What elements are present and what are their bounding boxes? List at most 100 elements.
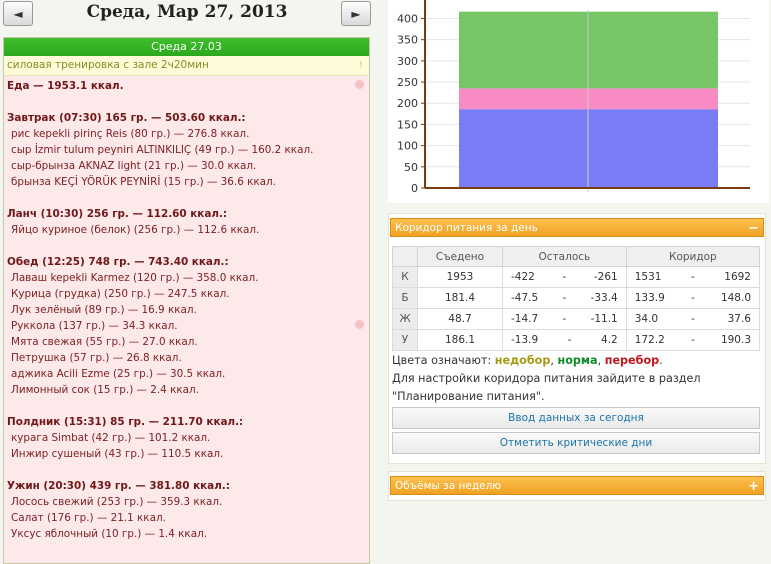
food-item[interactable]: Салат (176 гр.) — 21.1 ккал. bbox=[7, 510, 369, 526]
settings-hint-line2[interactable]: "Планирование питания". bbox=[392, 390, 545, 403]
corridor-min: 172.2 bbox=[634, 334, 665, 346]
y-tick-label: 0 bbox=[411, 182, 418, 195]
food-item[interactable]: аджика Acili Ezme (25 гр.) — 30.5 ккал. bbox=[7, 366, 369, 382]
food-item[interactable]: сыр-брынза AKNAZ light (21 гр.) — 30.0 к… bbox=[7, 158, 369, 174]
header-eaten: Съедено bbox=[417, 246, 503, 267]
y-tick-label: 250 bbox=[397, 76, 418, 89]
legend-comma: , bbox=[550, 354, 554, 367]
y-tick-label: 400 bbox=[397, 12, 418, 25]
corridor-range: 133.9 - 148.0 bbox=[625, 287, 761, 309]
legend-comma: , bbox=[597, 354, 602, 367]
corridor-max: 190.3 bbox=[720, 334, 751, 346]
range-dash: - bbox=[690, 271, 695, 283]
chart-svg: 0 50 100 150 200 250 300 350 400 bbox=[397, 0, 750, 195]
corridor-range: 172.2 - 190.3 bbox=[625, 329, 761, 351]
food-item[interactable]: рис kepekli pirinç Reis (80 гр.) — 276.8… bbox=[7, 126, 369, 142]
meal-title: Обед (12:25) 748 гр. — 743.40 ккал.: bbox=[7, 256, 229, 268]
food-item[interactable]: Инжир сушеный (43 гр.) — 110.5 ккал. bbox=[7, 446, 369, 462]
food-item[interactable]: Лимонный сок (15 гр.) — 2.4 ккал. bbox=[7, 382, 369, 398]
day-diary-box: Среда 27.03 силовая тренировка с зале 2ч… bbox=[3, 37, 370, 564]
food-item[interactable]: Лаваш kepekli Karmez (120 гр.) — 358.0 к… bbox=[7, 270, 369, 286]
food-item[interactable]: Яйцо куриное (белок) (256 гр.) — 112.6 к… bbox=[7, 222, 369, 238]
range-dash: - bbox=[690, 334, 695, 346]
corridor-min: 34.0 bbox=[634, 313, 659, 325]
eaten-value: 1953 bbox=[417, 266, 503, 288]
day-column: ◄ Среда, Мар 27, 2013 ► Среда 27.03 сило… bbox=[0, 0, 374, 564]
eaten-value: 186.1 bbox=[417, 329, 503, 351]
volume-panel-header[interactable]: Объёмы за неделю + bbox=[390, 476, 764, 495]
circle-icon bbox=[355, 320, 364, 329]
y-tick-label: 200 bbox=[397, 97, 418, 110]
summary-column: 0 50 100 150 200 250 300 350 400 Коридор питания… bbox=[384, 0, 771, 564]
food-item[interactable]: сыр İzmir tulum peyniri ALTINKILIÇ (49 г… bbox=[7, 142, 369, 158]
range-dash: - bbox=[562, 292, 567, 304]
remaining-max: -11.1 bbox=[590, 313, 618, 325]
remaining-range: -14.7 - -11.1 bbox=[502, 308, 627, 330]
legend-prefix: Цвета означают: bbox=[392, 354, 492, 367]
corridor-min: 133.9 bbox=[634, 292, 665, 304]
corridor-table: Съедено Осталось Коридор К 1953 -422 - -261 1… bbox=[392, 246, 761, 351]
y-tick-label: 150 bbox=[397, 118, 418, 131]
header-remaining: Осталось bbox=[502, 246, 627, 267]
enter-today-button[interactable]: Ввод данных за сегодня bbox=[392, 407, 760, 429]
remaining-max: -33.4 bbox=[590, 292, 618, 304]
alert-icon: ! bbox=[358, 60, 363, 71]
circle-icon bbox=[355, 80, 364, 89]
color-legend: Цвета означают: недобор, норма, перебор. bbox=[392, 354, 663, 367]
page-root: ◄ Среда, Мар 27, 2013 ► Среда 27.03 сило… bbox=[0, 0, 771, 564]
header-corridor: Коридор bbox=[625, 246, 761, 267]
food-item[interactable]: Руккола (137 гр.) — 34.3 ккал. bbox=[7, 318, 369, 334]
food-item[interactable]: брынза KEÇİ YÖRÜK PEYNİRİ (15 гр.) — 36.… bbox=[7, 174, 369, 190]
food-item[interactable]: курага Simbat (42 гр.) — 101.2 ккал. bbox=[7, 430, 369, 446]
prev-day-button[interactable]: ◄ bbox=[3, 1, 33, 26]
meal-title: Полдник (15:31) 85 гр. — 211.70 ккал.: bbox=[7, 416, 244, 428]
food-item[interactable]: Петрушка (57 гр.) — 26.8 ккал. bbox=[7, 350, 369, 366]
corridor-row: У 186.1 -13.9 - 4.2 172.2 - 190.3 bbox=[392, 329, 761, 351]
expand-icon[interactable]: + bbox=[748, 477, 759, 496]
settings-hint-line1: Для настройки коридора питания зайдите в… bbox=[392, 372, 701, 385]
corridor-title: Коридор питания за день bbox=[395, 222, 538, 234]
range-dash: - bbox=[690, 292, 695, 304]
nutrient-label: Ж bbox=[392, 308, 418, 330]
training-note[interactable]: силовая тренировка с зале 2ч20мин ! bbox=[4, 56, 369, 76]
volume-title: Объёмы за неделю bbox=[395, 480, 502, 492]
food-item[interactable]: Уксус яблочный (10 гр.) — 1.4 ккал. bbox=[7, 526, 369, 542]
y-tick-label: 100 bbox=[397, 140, 418, 153]
eaten-value: 181.4 bbox=[417, 287, 503, 309]
food-item[interactable]: Лук зелёный (89 гр.) — 16.9 ккал. bbox=[7, 302, 369, 318]
corridor-max: 37.6 bbox=[727, 313, 751, 325]
meals-list: Еда — 1953.1 ккал. Завтрак (07:30) 165 гр… bbox=[4, 76, 369, 542]
corridor-max: 1692 bbox=[724, 271, 751, 283]
nutrient-chart: 0 50 100 150 200 250 300 350 400 bbox=[388, 0, 769, 203]
date-title: Среда, Мар 27, 2013 bbox=[86, 2, 288, 22]
collapse-icon[interactable]: − bbox=[748, 219, 759, 238]
food-item[interactable]: Мята свежая (55 гр.) — 27.0 ккал. bbox=[7, 334, 369, 350]
legend-under: недобор bbox=[494, 354, 551, 367]
range-dash: - bbox=[690, 313, 695, 325]
corridor-max: 148.0 bbox=[720, 292, 751, 304]
next-day-button[interactable]: ► bbox=[341, 1, 371, 26]
remaining-min: -13.9 bbox=[511, 334, 539, 346]
day-header: Среда 27.03 bbox=[4, 38, 369, 56]
legend-norm: норма bbox=[557, 354, 598, 367]
corridor-row: К 1953 -422 - -261 1531 - 1692 bbox=[392, 266, 761, 288]
training-text: силовая тренировка с зале 2ч20мин bbox=[7, 59, 209, 71]
y-tick-label: 350 bbox=[397, 34, 418, 47]
food-item[interactable]: Курица (грудка) (250 гр.) — 247.5 ккал. bbox=[7, 286, 369, 302]
mark-critical-days-button[interactable]: Отметить критические дни bbox=[392, 432, 760, 454]
range-dash: - bbox=[562, 271, 567, 283]
remaining-range: -47.5 - -33.4 bbox=[502, 287, 627, 309]
food-item[interactable]: Лосось свежий (253 гр.) — 359.3 ккал. bbox=[7, 494, 369, 510]
range-dash: - bbox=[567, 334, 572, 346]
corridor-panel-header[interactable]: Коридор питания за день − bbox=[390, 218, 764, 237]
y-tick-label: 300 bbox=[397, 55, 418, 68]
corridor-range: 34.0 - 37.6 bbox=[625, 308, 761, 330]
corridor-row: Б 181.4 -47.5 - -33.4 133.9 - 148.0 bbox=[392, 287, 761, 309]
header-blank bbox=[392, 246, 418, 267]
remaining-max: -261 bbox=[593, 271, 618, 283]
